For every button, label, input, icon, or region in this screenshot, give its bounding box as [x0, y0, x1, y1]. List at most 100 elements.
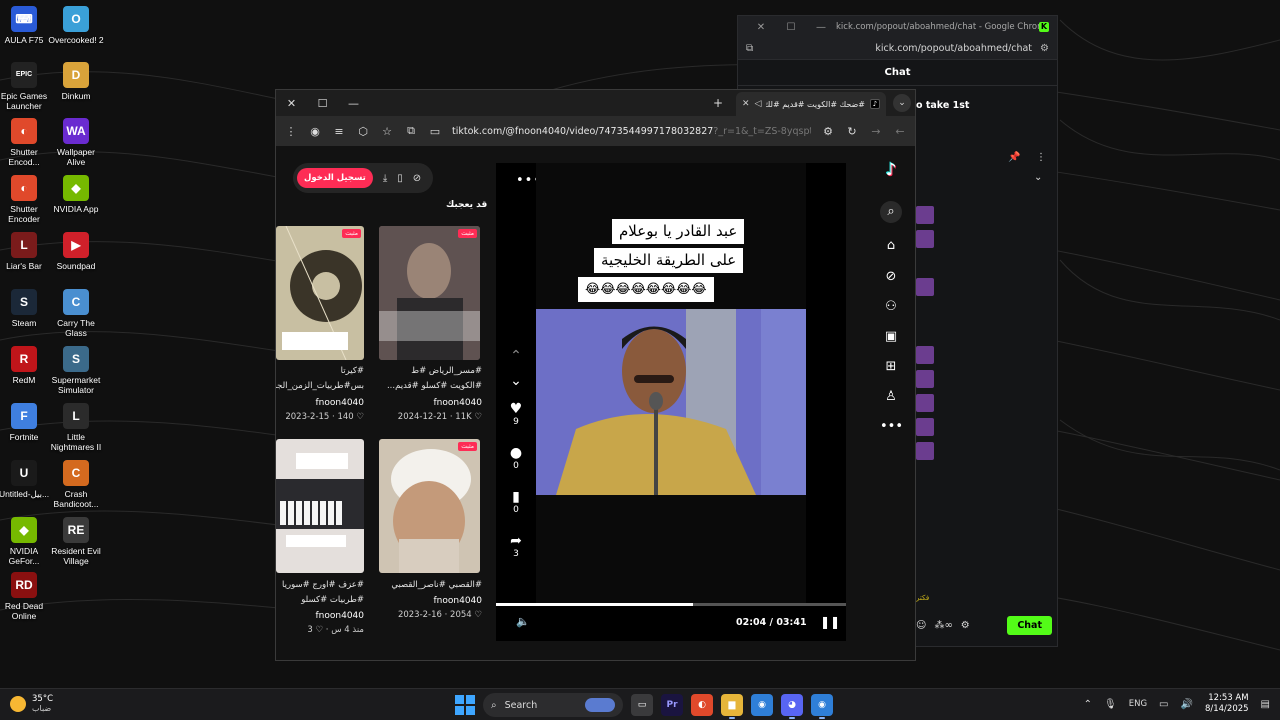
network-icon[interactable]: ▭: [1159, 699, 1168, 710]
tiktok-browser-window[interactable]: ✕ ☐ — + ✕ ◁ #ضحك #الكويت #قديم #لك... ♪ …: [275, 89, 916, 661]
more-icon[interactable]: ⋮: [1036, 152, 1046, 163]
site-settings-icon[interactable]: ⚙: [1040, 43, 1049, 54]
video-player[interactable]: ••• عبد القادر يا بوعلام على الطريقة الخ…: [496, 163, 846, 641]
video-author[interactable]: fnoon4040: [276, 398, 365, 408]
shutter-encoder-icon[interactable]: ◐: [691, 694, 713, 716]
menu-icon[interactable]: ⋮: [284, 125, 298, 138]
desktop-icon[interactable]: ◐ Shutter Encod...: [0, 118, 52, 167]
compass-icon[interactable]: ⊘: [413, 173, 421, 184]
chevron-down-icon[interactable]: ⌄: [1034, 172, 1042, 183]
comment-button[interactable]: ● 0: [496, 445, 536, 471]
desktop-icon[interactable]: ◆ NVIDIA GeFor...: [0, 517, 52, 566]
install-app-icon[interactable]: ⧉: [404, 124, 418, 138]
language-indicator[interactable]: ENG: [1129, 699, 1147, 709]
close-icon[interactable]: ✕: [746, 22, 776, 33]
chat-send-button[interactable]: Chat: [1007, 615, 1052, 635]
video-caption[interactable]: #طربيات #كسلو: [276, 593, 364, 607]
media-control-icon[interactable]: ≡: [332, 125, 346, 138]
start-windows-icon[interactable]: [455, 695, 475, 715]
login-button[interactable]: تسجيل الدخول: [297, 168, 373, 188]
desktop-icon[interactable]: R RedM: [0, 346, 52, 385]
pin-icon[interactable]: 📌: [1008, 152, 1020, 163]
extension-icon[interactable]: ⧉: [746, 43, 753, 54]
desktop-icon[interactable]: F Fortnite: [0, 403, 52, 442]
previous-video-icon[interactable]: ⌃: [496, 348, 536, 364]
desktop-icon[interactable]: C Crash Bandicoot...: [48, 460, 104, 509]
desktop-icon[interactable]: RE Resident Evil Village: [48, 517, 104, 566]
desktop-icon[interactable]: ◆ NVIDIA App: [48, 175, 104, 214]
chrome-icon[interactable]: ◉: [751, 694, 773, 716]
desktop-icon[interactable]: O Overcooked! 2: [48, 6, 104, 45]
video-caption[interactable]: #مسر_الرياض #ط: [372, 364, 482, 378]
next-video-icon[interactable]: ⌄: [496, 373, 536, 389]
tab-close-icon[interactable]: ✕: [742, 99, 750, 109]
video-caption[interactable]: #القصبي #ناصر_القصبي: [372, 578, 482, 592]
maximize-icon[interactable]: ☐: [307, 97, 338, 110]
tiktok-logo-icon[interactable]: ♪: [879, 158, 903, 182]
desktop-icon[interactable]: ⌨ AULA F75: [0, 6, 52, 45]
upload-icon[interactable]: ⊞: [880, 356, 902, 378]
site-settings-icon[interactable]: ⚙: [821, 125, 835, 138]
home-icon[interactable]: ⌂: [880, 235, 902, 257]
video-author[interactable]: fnoon4040: [372, 398, 483, 408]
chrome-active-icon[interactable]: ◉: [811, 694, 833, 719]
tab-search-icon[interactable]: ⌄: [893, 94, 911, 112]
video-caption[interactable]: بس#طربيات_الزمن_الجميل: [276, 379, 364, 393]
like-button[interactable]: ♥ 9: [496, 401, 536, 427]
bookmark-star-icon[interactable]: ☆: [380, 125, 394, 138]
emoji-icon[interactable]: ☺: [916, 620, 926, 631]
desktop-icon[interactable]: ◐ Shutter Encoder: [0, 175, 52, 224]
task-view-icon[interactable]: ▭: [631, 694, 653, 716]
discord-icon[interactable]: ◕: [781, 694, 803, 719]
desktop-icon[interactable]: L Little Nightmares II: [48, 403, 104, 452]
video-thumbnail[interactable]: مثبت: [276, 226, 364, 360]
kick-url[interactable]: kick.com/popout/aboahmed/chat: [753, 43, 1040, 54]
video-thumbnail[interactable]: [276, 439, 364, 573]
desktop-icon[interactable]: S Steam: [0, 289, 52, 328]
points-icon[interactable]: ⁂∞: [934, 620, 952, 631]
following-icon[interactable]: ⚇: [880, 296, 902, 318]
cast-icon[interactable]: ▭: [428, 125, 442, 138]
video-author[interactable]: fnoon4040: [276, 611, 365, 621]
progress-bar[interactable]: [496, 603, 846, 606]
file-explorer-icon[interactable]: ▆: [721, 694, 743, 719]
volume-icon[interactable]: 🔈: [516, 615, 530, 628]
weather-widget[interactable]: 35°C ضباب: [10, 694, 53, 713]
more-icon[interactable]: •••: [880, 416, 903, 438]
audio-icon[interactable]: ◁: [755, 99, 762, 109]
gear-icon[interactable]: ⚙: [961, 620, 970, 631]
desktop-icon[interactable]: U Untitled-بيل...: [0, 460, 52, 499]
back-icon[interactable]: ←: [893, 125, 907, 138]
microphone-icon[interactable]: 🎙: [1104, 699, 1117, 710]
minimize-icon[interactable]: —: [806, 22, 836, 33]
tab-tiktok[interactable]: ✕ ◁ #ضحك #الكويت #قديم #لك... ♪: [736, 92, 886, 116]
new-tab-icon[interactable]: +: [713, 96, 723, 110]
premiere-pro-icon[interactable]: Pr: [661, 694, 683, 716]
desktop-icon[interactable]: S Supermarket Simulator: [48, 346, 104, 395]
video-caption[interactable]: #كيرتا: [276, 364, 364, 378]
download-icon[interactable]: ⤓: [383, 173, 387, 184]
search-icon[interactable]: ⌕: [880, 201, 902, 223]
forward-icon[interactable]: →: [869, 125, 883, 138]
notification-icon[interactable]: ▤: [1261, 699, 1270, 710]
desktop-icon[interactable]: D Dinkum: [48, 62, 104, 101]
video-thumbnail[interactable]: مثبت: [379, 439, 480, 573]
reload-icon[interactable]: ↻: [845, 125, 859, 138]
close-icon[interactable]: ✕: [276, 97, 307, 110]
video-caption[interactable]: #الكويت #كسلو #قديم...: [372, 379, 482, 393]
volume-icon[interactable]: 🔊: [1181, 699, 1193, 710]
live-icon[interactable]: ▣: [880, 326, 902, 348]
video-caption[interactable]: #عزف #اورج #سوريا: [276, 578, 364, 592]
clock[interactable]: 12:53 AM 8/14/2025: [1205, 693, 1249, 715]
phone-icon[interactable]: ▯: [397, 173, 403, 184]
chevron-up-icon[interactable]: ⌃: [1084, 699, 1092, 710]
desktop-icon[interactable]: L Liar's Bar: [0, 232, 52, 271]
extensions-icon[interactable]: ⬡: [356, 125, 370, 138]
desktop-icon[interactable]: ▶ Soundpad: [48, 232, 104, 271]
explore-icon[interactable]: ⊘: [880, 266, 902, 288]
url-field[interactable]: tiktok.com/@fnoon4040/video/747354499717…: [452, 126, 811, 137]
taskbar-search[interactable]: ⌕ Search: [483, 693, 623, 717]
desktop-icon[interactable]: C Carry The Glass: [48, 289, 104, 338]
desktop-icon[interactable]: WA Wallpaper Alive: [48, 118, 104, 167]
desktop-icon[interactable]: EPIC Epic Games Launcher: [0, 62, 52, 111]
